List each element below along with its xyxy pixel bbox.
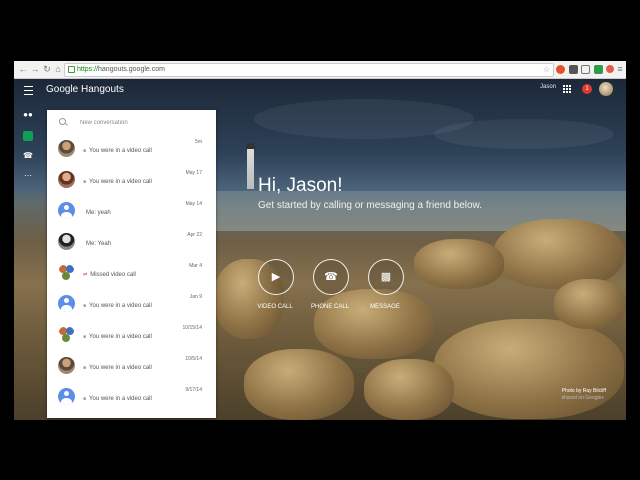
conversation-item[interactable]: ■ You were in a video call 10/15/14 <box>47 320 216 351</box>
missed-call-icon: ⇄ <box>83 272 88 278</box>
conversation-snippet: ■ You were in a video call <box>83 179 152 185</box>
video-call-icon: ■ <box>83 365 87 371</box>
photo-credit: Photo by Ray Bilcliff shared on Google+ <box>562 388 606 402</box>
conversation-item[interactable]: Me: Yeah Apr 22 <box>47 227 216 258</box>
message-button[interactable]: ▩ <box>368 259 404 295</box>
conversation-panel: ■You were in a video call5m■You were in … <box>47 110 216 418</box>
greeting-subtitle: Get started by calling or messaging a fr… <box>258 200 483 211</box>
video-call-icon: ■ <box>83 148 87 154</box>
left-rail: ●● ☎ ⋯ <box>14 101 42 420</box>
conversation-date: Mar 4 <box>189 263 202 269</box>
browser-menu-icon[interactable]: ≡ <box>614 63 626 75</box>
contact-avatar <box>58 264 75 281</box>
conversation-item[interactable]: ⇄ Missed video call Mar 4 <box>47 258 216 289</box>
conversation-item[interactable]: ■ You were in a video call 10/5/14 <box>47 351 216 382</box>
conversation-date: May 14 <box>185 201 202 207</box>
conversation-date: Apr 22 <box>187 232 202 238</box>
search-bar <box>47 110 216 134</box>
account-avatar[interactable] <box>599 82 613 96</box>
home-icon[interactable]: ⌂ <box>52 63 64 75</box>
star-icon[interactable]: ☆ <box>543 64 550 76</box>
conversation-snippet: ■ You were in a video call <box>83 396 152 402</box>
conversation-item[interactable]: ■ You were in a video call Jan 9 <box>47 289 216 320</box>
video-camera-icon: ▶ <box>271 271 281 283</box>
background-rock <box>314 289 434 359</box>
conversation-snippet: ■ You were in a video call <box>83 334 152 340</box>
greeting-heading: Hi, Jason! <box>258 175 343 196</box>
notification-badge[interactable]: 1 <box>582 84 592 94</box>
lighthouse <box>247 149 254 189</box>
lock-icon <box>68 66 75 73</box>
browser-toolbar: ← → ↻ ⌂ https://hangouts.google.com ☆ ≡ <box>14 61 626 79</box>
app-header: Google Hangouts Jason 1 <box>14 79 626 101</box>
contact-avatar <box>58 388 75 405</box>
extension-red-icon[interactable] <box>556 65 565 74</box>
hamburger-menu-icon[interactable] <box>24 86 33 95</box>
cast-icon[interactable] <box>581 65 590 74</box>
phone-calls-icon[interactable]: ☎ <box>23 151 33 161</box>
conversation-item[interactable]: ■ You were in a video call 5m <box>47 134 216 165</box>
conversation-item[interactable]: ■ You were in a video call 9/17/14 <box>47 382 216 413</box>
contact-avatar <box>58 233 75 250</box>
message-label: MESSAGE <box>370 304 400 310</box>
url-text: https://hangouts.google.com <box>77 66 165 73</box>
conversations-icon[interactable] <box>23 131 33 141</box>
search-icon <box>59 118 66 125</box>
user-name[interactable]: Jason <box>540 84 556 90</box>
conversation-date: May 17 <box>185 170 202 176</box>
background-rock <box>494 219 624 289</box>
background-rock <box>244 349 354 420</box>
conversation-date: 5m <box>195 139 202 145</box>
video-call-icon: ■ <box>83 334 87 340</box>
back-arrow-icon[interactable]: ← <box>17 63 29 75</box>
contact-avatar <box>58 171 75 188</box>
conversation-snippet: ■ You were in a video call <box>83 148 152 154</box>
video-call-icon: ■ <box>83 303 87 309</box>
contact-avatar <box>58 295 75 312</box>
app-logo: Google Hangouts <box>46 84 124 95</box>
photo-credit-source: shared on Google+ <box>561 395 605 401</box>
conversation-date: 10/5/14 <box>185 356 202 362</box>
more-options-icon[interactable]: ⋯ <box>23 171 33 181</box>
contact-avatar <box>58 140 75 157</box>
message-icon: ▩ <box>380 271 392 283</box>
video-call-button[interactable]: ▶ <box>258 259 294 295</box>
hangouts-extension-icon[interactable] <box>594 65 603 74</box>
background-rock <box>364 359 454 420</box>
conversation-item[interactable]: Me: yeah May 14 <box>47 196 216 227</box>
phone-call-label: PHONE CALL <box>310 304 349 310</box>
video-call-label: VIDEO CALL <box>257 304 293 310</box>
hangouts-app: Google Hangouts Jason 1 ●● ☎ ⋯ ■You were… <box>14 79 626 420</box>
background-cloud <box>434 119 614 149</box>
conversation-snippet: Me: yeah <box>86 210 111 216</box>
video-call-icon: ■ <box>83 396 87 402</box>
video-call-icon: ■ <box>83 179 87 185</box>
address-bar[interactable]: https://hangouts.google.com ☆ <box>64 63 554 77</box>
phone-icon: ☎ <box>324 271 338 283</box>
new-conversation-input[interactable] <box>80 118 200 127</box>
browser-window: ← → ↻ ⌂ https://hangouts.google.com ☆ ≡ <box>14 61 626 420</box>
conversation-snippet: ■ You were in a video call <box>83 303 152 309</box>
conversation-snippet: ⇄ Missed video call <box>83 272 136 278</box>
apps-grid-icon[interactable] <box>563 85 572 94</box>
conversation-date: 9/17/14 <box>185 387 202 393</box>
contact-avatar <box>58 326 75 343</box>
conversation-snippet: ■ You were in a video call <box>83 365 152 371</box>
conversation-date: 10/15/14 <box>182 325 202 331</box>
background-rock <box>554 279 626 329</box>
phone-call-button[interactable]: ☎ <box>313 259 349 295</box>
contact-avatar <box>58 202 75 219</box>
background-rock <box>414 239 504 289</box>
contact-avatar <box>58 357 75 374</box>
conversation-item[interactable]: ■ You were in a video call May 17 <box>47 165 216 196</box>
conversation-snippet: Me: Yeah <box>86 241 112 247</box>
forward-arrow-icon[interactable]: → <box>29 63 41 75</box>
extension-dark-icon[interactable] <box>569 65 578 74</box>
contacts-icon[interactable]: ●● <box>23 110 33 120</box>
extension-orange-icon[interactable] <box>606 65 614 73</box>
background-rock <box>434 319 624 419</box>
conversation-date: Jan 9 <box>189 294 202 300</box>
photo-credit-author[interactable]: Photo by Ray Bilcliff <box>562 388 606 395</box>
